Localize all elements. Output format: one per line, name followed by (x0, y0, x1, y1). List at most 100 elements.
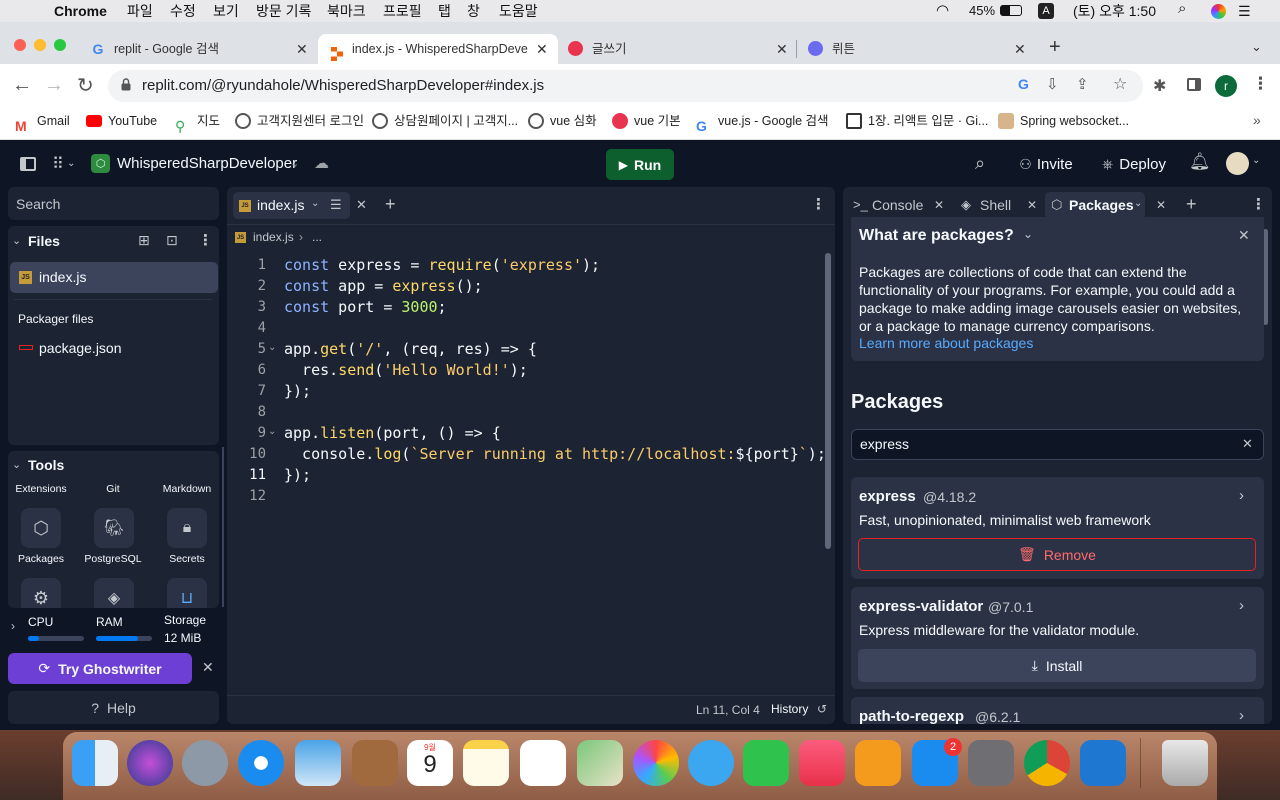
chevron-down-icon[interactable]: ⌄ (290, 157, 299, 170)
chevron-right-icon[interactable]: › (1239, 707, 1244, 724)
chevron-down-icon[interactable]: ⌄ (1134, 198, 1142, 209)
bookmark-vue-search[interactable]: Gvue.js - Google 검색 (696, 108, 829, 134)
bookmark-vue-basic[interactable]: vue 기본 (612, 108, 681, 134)
cursor-position[interactable]: Ln 11, Col 4 (696, 703, 760, 717)
bookmark-support[interactable]: 고객지원센터 로그인 (235, 108, 364, 134)
chevron-down-icon[interactable]: ⌄ (1252, 155, 1260, 166)
finder-icon[interactable] (72, 740, 118, 786)
inbox-tool-button[interactable]: ⊔ (167, 578, 207, 608)
safari-icon[interactable] (238, 740, 284, 786)
google-translate-icon[interactable]: G (1018, 76, 1029, 92)
secrets-tool-button[interactable]: 🔒︎ (167, 508, 207, 548)
tool-label-git[interactable]: Git (78, 483, 148, 495)
menu-tab[interactable]: 탭 (438, 3, 451, 19)
bell-icon[interactable]: 🔔︎ (1189, 152, 1211, 172)
bookmark-react-intro[interactable]: 1장. 리액트 입문 · Gi... (846, 108, 988, 134)
profile-avatar[interactable]: r (1215, 75, 1237, 97)
sidebar-toggle-icon[interactable] (20, 157, 36, 171)
browser-tab[interactable]: 뤼튼 ✕ (798, 34, 1036, 64)
code-line[interactable]: app.listen(port, () => { (284, 423, 501, 444)
bookmark-star-icon[interactable]: ☆ (1113, 74, 1127, 94)
forward-icon[interactable]: → (44, 74, 64, 97)
back-icon[interactable]: ← (12, 74, 32, 97)
music-icon[interactable] (799, 740, 845, 786)
close-tab-icon[interactable]: ✕ (934, 198, 944, 212)
close-info-icon[interactable]: ✕ (1238, 227, 1250, 244)
battery-icon[interactable] (1000, 5, 1022, 16)
more-options-icon[interactable]: ⋮ (1251, 195, 1266, 213)
add-tab-icon[interactable]: + (385, 194, 396, 215)
editor-tab-index-js[interactable]: JS index.js ⌄ ☰ (233, 192, 350, 219)
menu-window[interactable]: 창 (467, 3, 480, 19)
fold-chevron-icon[interactable]: ⌄ (268, 342, 276, 353)
postgresql-tool-button[interactable]: 🐘︎ (94, 508, 134, 548)
chevron-down-icon[interactable]: ⌄ (1023, 227, 1033, 241)
package-card[interactable]: path-to-regexp @6.2.1 › (851, 697, 1264, 724)
maps-icon[interactable] (577, 740, 623, 786)
code-line[interactable]: const express = require('express'); (284, 255, 600, 276)
settings-tool-button[interactable]: ⚙ (21, 578, 61, 608)
menu-history[interactable]: 방문 기록 (256, 3, 311, 19)
search-icon[interactable]: ⌕ (975, 153, 985, 174)
tab-close-icon[interactable]: ✕ (1014, 34, 1026, 64)
project-name[interactable]: WhisperedSharpDeveloper (117, 155, 297, 172)
fold-chevron-icon[interactable]: ⌄ (268, 426, 276, 437)
bookmark-maps[interactable]: ⚲ 지도 (175, 108, 220, 134)
search-input[interactable]: Search (8, 187, 219, 220)
code-line[interactable]: }); (284, 465, 311, 486)
tab-close-icon[interactable]: ✕ (776, 34, 788, 64)
chrome-icon[interactable] (1024, 740, 1070, 786)
close-tab-icon[interactable]: ✕ (1156, 198, 1166, 212)
menu-edit[interactable]: 수정 (170, 3, 196, 19)
browser-tab[interactable]: G replit - Google 검색 ✕ (80, 34, 318, 64)
bookmark-vue-advanced[interactable]: vue 심화 (528, 108, 597, 134)
browser-tab[interactable]: 글쓰기 ✕ (558, 34, 796, 64)
bookmark-youtube[interactable]: YouTube (86, 108, 157, 134)
chevron-down-icon[interactable]: ⌄ (67, 158, 75, 169)
remove-package-button[interactable]: 🗑︎ Remove (858, 538, 1256, 571)
chevron-down-icon[interactable]: ⌄ (12, 458, 21, 471)
file-item-index-js[interactable]: JS index.js (10, 262, 218, 293)
dismiss-ghostwriter-icon[interactable]: ✕ (202, 659, 214, 676)
tool-label-packages[interactable]: Packages (8, 553, 76, 565)
menubar-app-name[interactable]: Chrome (54, 3, 107, 19)
reminders-icon[interactable] (520, 740, 566, 786)
system-preferences-icon[interactable] (968, 740, 1014, 786)
tab-search-chevron-icon[interactable]: ⌄ (1251, 39, 1262, 55)
cloud-sync-icon[interactable]: ☁ (314, 154, 329, 172)
file-item-package-json[interactable]: package.json (10, 336, 218, 361)
package-search-input[interactable]: express ✕ (851, 429, 1264, 460)
file-info-icon[interactable]: ☰ (330, 197, 342, 213)
menubar-clock[interactable]: (토) 오후 1:50 (1073, 3, 1156, 19)
history-icon[interactable]: ↺ (817, 702, 827, 716)
more-bookmarks-icon[interactable]: » (1253, 112, 1261, 128)
browser-tab-active[interactable]: index.js - WhisperedSharpDeve ✕ (318, 34, 558, 64)
invite-button[interactable]: ⚇ Invite (1007, 149, 1085, 180)
chevron-right-icon[interactable]: › (1239, 487, 1244, 504)
menu-help[interactable]: 도움말 (499, 3, 538, 19)
code-line[interactable]: res.send('Hello World!'); (284, 360, 528, 381)
chevron-right-icon[interactable]: › (1239, 597, 1244, 614)
launchpad-icon[interactable] (182, 740, 228, 786)
books-icon[interactable] (855, 740, 901, 786)
side-panel-icon[interactable] (1187, 78, 1201, 91)
window-minimize-button[interactable] (34, 39, 46, 51)
tool-label-postgresql[interactable]: PostgreSQL (78, 553, 148, 565)
vscode-icon[interactable] (1080, 740, 1126, 786)
menu-profile[interactable]: 프로필 (383, 3, 422, 19)
tab-packages[interactable]: ⬡ Packages ⌄ (1045, 192, 1145, 219)
add-tab-icon[interactable]: + (1186, 194, 1197, 215)
code-line[interactable]: const port = 3000; (284, 297, 447, 318)
share-icon[interactable]: ⇪ (1076, 75, 1089, 93)
spotlight-icon[interactable]: ⌕ (1178, 1, 1186, 17)
learn-more-link[interactable]: Learn more about packages (859, 335, 1033, 351)
chevron-down-icon[interactable]: ⌄ (12, 234, 21, 247)
address-bar[interactable]: replit.com/@ryundahole/WhisperedSharpDev… (108, 70, 1143, 102)
replit-menu-icon[interactable]: ⠿ (52, 154, 64, 174)
chevron-down-icon[interactable]: ⌄ (311, 198, 319, 209)
package-card[interactable]: express-validator @7.0.1 › Express middl… (851, 587, 1264, 689)
install-package-button[interactable]: ⤓ Install (858, 649, 1256, 682)
bookmark-agent-page[interactable]: 상담원페이지 | 고객지... (372, 108, 518, 134)
contacts-icon[interactable] (352, 740, 398, 786)
history-label[interactable]: History (771, 702, 808, 716)
